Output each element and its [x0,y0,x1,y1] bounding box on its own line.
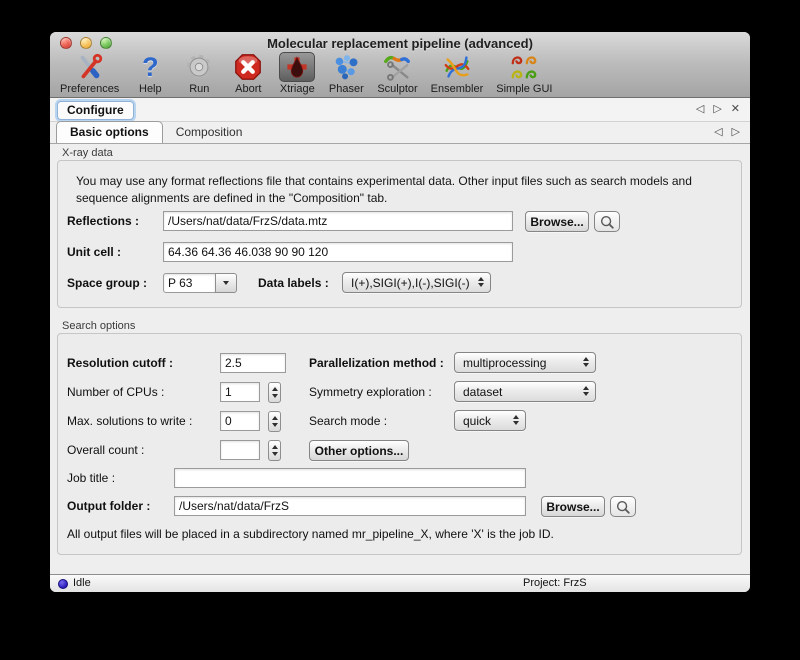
phaser-icon [328,52,364,82]
toolbar-item-label: Help [139,83,162,95]
tab-configure[interactable]: Configure [57,101,134,120]
toolbar-item-label: Preferences [60,83,119,95]
cpus-input[interactable] [220,382,260,402]
reflections-browse-button[interactable]: Browse... [525,211,589,232]
tab-forward-icon[interactable]: ▷ [732,126,740,138]
popup-stepper-icon [583,357,589,367]
ensembler-icon [439,52,475,82]
toolbar-item-label: Abort [235,83,261,95]
toolbar-item-xtriage[interactable]: Xtriage [279,52,315,95]
window-chrome: Molecular replacement pipeline (advanced… [50,32,750,98]
parallelization-method-label: Parallelization method : [309,356,444,370]
parallelization-method-popup[interactable]: multiprocessing [454,352,596,373]
toolbar-item-abort[interactable]: Abort [230,52,266,95]
xray-description: You may use any format reflections file … [76,173,724,207]
overall-count-input[interactable] [220,440,260,460]
tab-composition[interactable]: Composition [163,122,256,143]
max-solutions-stepper[interactable] [268,411,281,432]
toolbar-item-label: Ensembler [431,83,484,95]
toolbar-item-help[interactable]: ? Help [132,52,168,95]
output-footer-note: All output files will be placed in a sub… [67,527,554,541]
title-bar: Molecular replacement pipeline (advanced… [50,32,750,54]
xtriage-selected-tile [279,52,315,82]
search-mode-label: Search mode : [309,414,387,428]
other-options-button[interactable]: Other options... [309,440,409,461]
xray-group-box: You may use any format reflections file … [57,160,742,308]
toolbar-item-phaser[interactable]: Phaser [328,52,364,95]
unit-cell-input[interactable] [163,242,513,262]
status-indicator-icon [58,579,68,589]
max-solutions-label: Max. solutions to write : [67,414,192,428]
job-title-label: Job title : [67,471,115,485]
toolbar-item-simple-gui[interactable]: Simple GUI [496,52,552,95]
data-labels-popup[interactable]: I(+),SIGI(+),I(-),SIGI(-) [342,272,491,293]
space-group-dropdown-button[interactable] [215,273,237,293]
nav-close-icon[interactable]: ✕ [731,103,740,115]
simple-gui-icon [506,52,542,82]
cpus-label: Number of CPUs : [67,385,164,399]
preferences-icon [72,52,108,82]
tab-basic-options[interactable]: Basic options [56,121,163,143]
space-group-input[interactable] [163,273,216,293]
xray-group-label: X-ray data [62,147,113,159]
app-window: Molecular replacement pipeline (advanced… [50,32,750,592]
parallelization-method-value: multiprocessing [463,356,546,370]
toolbar-item-ensembler[interactable]: Ensembler [431,52,484,95]
toolbar-item-label: Phaser [329,83,364,95]
search-group-label: Search options [62,320,135,332]
nav-forward-icon[interactable]: ▷ [713,103,721,115]
tab-strip: Basic options Composition ◁ ▷ [50,122,750,144]
status-bar: Idle Project: FrzS [50,574,750,592]
toolbar-item-label: Run [189,83,209,95]
resolution-cutoff-label: Resolution cutoff : [67,356,173,370]
space-group-label: Space group : [67,276,147,290]
resolution-cutoff-input[interactable] [220,353,286,373]
status-text: Idle [73,577,91,589]
content-panel: X-ray data You may use any format reflec… [50,144,750,574]
reflections-search-icon[interactable] [594,211,620,232]
chevron-down-icon [223,281,229,285]
toolbar-item-run[interactable]: Run [181,52,217,95]
search-mode-value: quick [463,414,491,428]
toolbar-item-sculptor[interactable]: Sculptor [377,52,417,95]
popup-stepper-icon [513,415,519,425]
output-folder-browse-button[interactable]: Browse... [541,496,605,517]
output-folder-input[interactable] [174,496,526,516]
search-group-box: Resolution cutoff : Parallelization meth… [57,333,742,555]
output-folder-search-icon[interactable] [610,496,636,517]
symmetry-exploration-popup[interactable]: dataset [454,381,596,402]
popup-stepper-icon [583,386,589,396]
toolbar-item-label: Simple GUI [496,83,552,95]
toolbar-item-label: Xtriage [280,83,315,95]
desktop-background: Molecular replacement pipeline (advanced… [0,0,800,660]
overall-count-stepper[interactable] [268,440,281,461]
symmetry-exploration-label: Symmetry exploration : [309,385,432,399]
notebook-row: Configure ◁ ▷ ✕ [50,98,750,122]
unit-cell-label: Unit cell : [67,245,121,259]
xtriage-icon [280,52,314,82]
max-solutions-input[interactable] [220,411,260,431]
symmetry-exploration-value: dataset [463,385,502,399]
output-folder-label: Output folder : [67,499,150,513]
help-icon: ? [132,52,168,82]
reflections-input[interactable] [163,211,513,231]
search-mode-popup[interactable]: quick [454,410,526,431]
overall-count-label: Overall count : [67,443,144,457]
project-label: Project: FrzS [523,577,587,589]
window-title: Molecular replacement pipeline (advanced… [50,36,750,51]
job-title-input[interactable] [174,468,526,488]
data-labels-label: Data labels : [258,276,329,290]
nav-back-icon[interactable]: ◁ [696,103,704,115]
cpus-stepper[interactable] [268,382,281,403]
toolbar: Preferences ? Help Run [50,54,750,98]
tab-back-icon[interactable]: ◁ [714,126,722,138]
data-labels-value: I(+),SIGI(+),I(-),SIGI(-) [351,276,470,290]
abort-icon [230,52,266,82]
reflections-label: Reflections : [67,214,139,228]
popup-stepper-icon [478,277,484,287]
sculptor-icon [379,52,415,82]
toolbar-item-preferences[interactable]: Preferences [60,52,119,95]
toolbar-item-label: Sculptor [377,83,417,95]
run-gear-icon [181,52,217,82]
